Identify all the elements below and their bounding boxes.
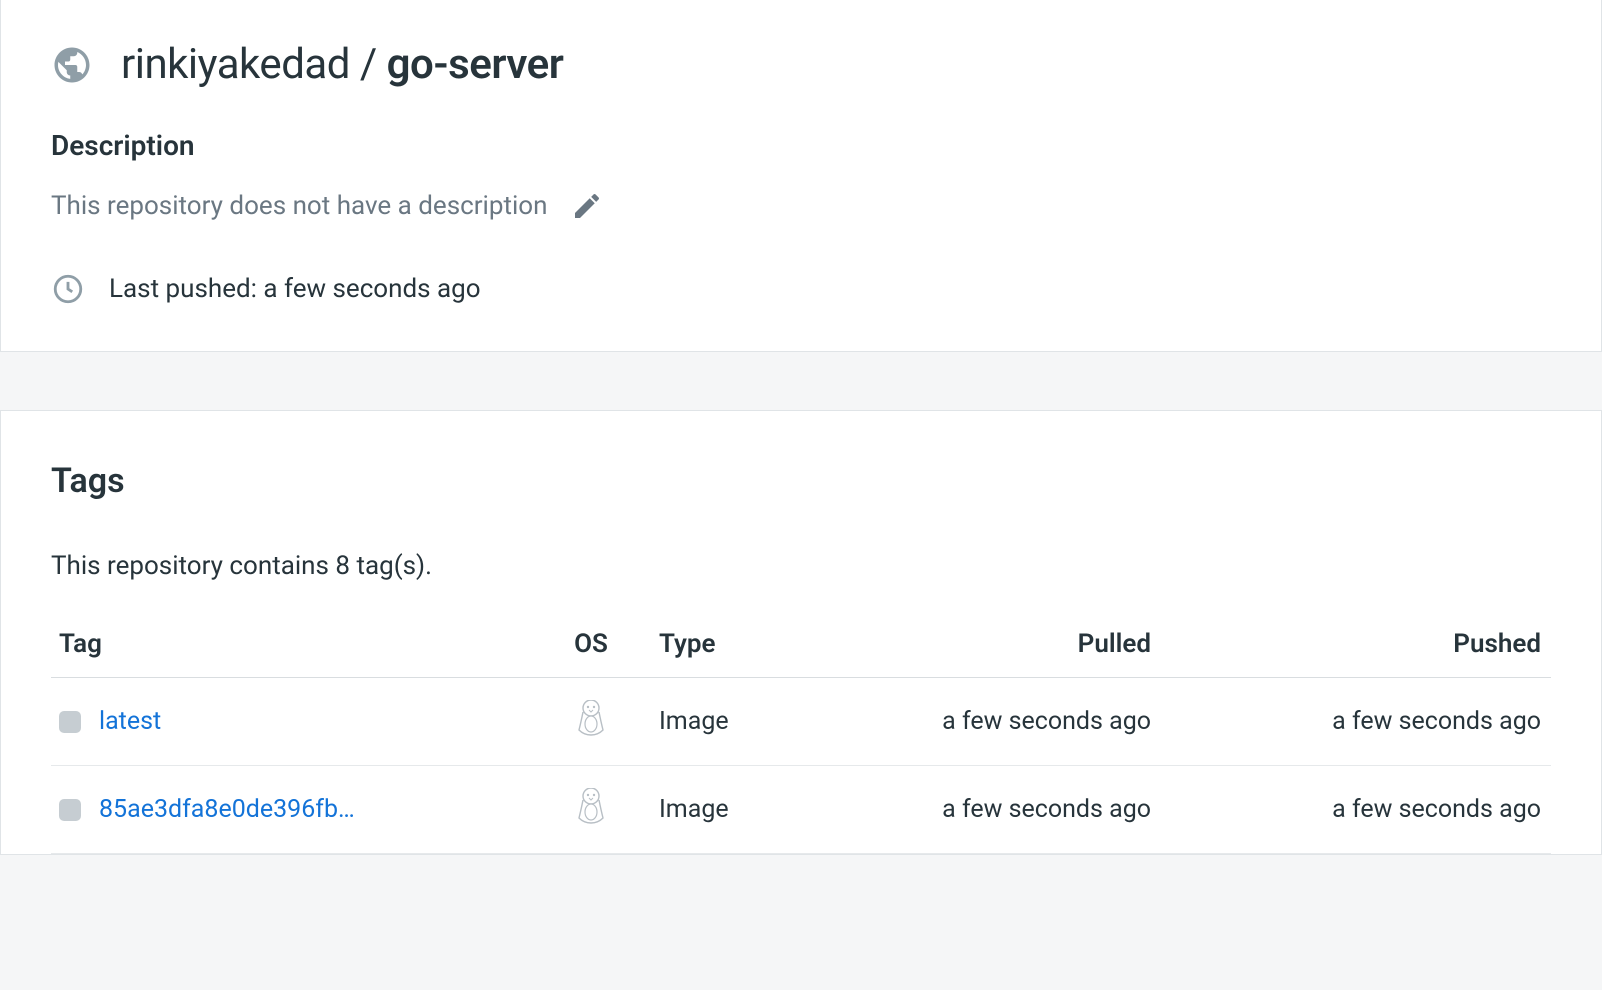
repo-name: go-server [387,40,564,89]
tag-indicator-icon [59,799,81,821]
tags-card: Tags This repository contains 8 tag(s). … [0,410,1602,855]
tag-pushed: a few seconds ago [1191,678,1551,766]
tag-link[interactable]: 85ae3dfa8e0de396fb… [99,795,355,824]
tag-pushed: a few seconds ago [1191,766,1551,854]
tag-type: Image [651,766,831,854]
tag-pulled: a few seconds ago [831,678,1191,766]
tags-count-text: This repository contains 8 tag(s). [51,551,1551,581]
repository-header-card: rinkiyakedad / go-server Description Thi… [0,0,1602,352]
last-pushed-row: Last pushed: a few seconds ago [51,272,1551,306]
col-header-pulled: Pulled [831,611,1191,678]
section-spacer [0,352,1602,410]
col-header-pushed: Pushed [1191,611,1551,678]
col-header-type: Type [651,611,831,678]
last-pushed-text: Last pushed: a few seconds ago [109,274,481,304]
title-row: rinkiyakedad / go-server [51,40,1551,89]
table-row: latest Image [51,678,1551,766]
col-header-os: OS [531,611,651,678]
tag-type: Image [651,678,831,766]
description-row: This repository does not have a descript… [51,190,1551,222]
col-header-tag: Tag [51,611,531,678]
tag-pulled: a few seconds ago [831,766,1191,854]
edit-description-icon[interactable] [571,190,603,222]
linux-icon [576,700,606,736]
linux-icon [576,788,606,824]
globe-icon [51,44,93,86]
description-text: This repository does not have a descript… [51,191,547,221]
tag-link[interactable]: latest [99,707,161,736]
description-heading: Description [51,129,1551,162]
title-separator: / [350,40,387,89]
clock-icon [51,272,85,306]
repository-title: rinkiyakedad / go-server [121,40,563,89]
owner-name: rinkiyakedad [121,40,350,89]
tags-heading: Tags [51,461,1551,501]
table-row: 85ae3dfa8e0de396fb… [51,766,1551,854]
tag-indicator-icon [59,711,81,733]
tags-table: Tag OS Type Pulled Pushed latest [51,611,1551,854]
